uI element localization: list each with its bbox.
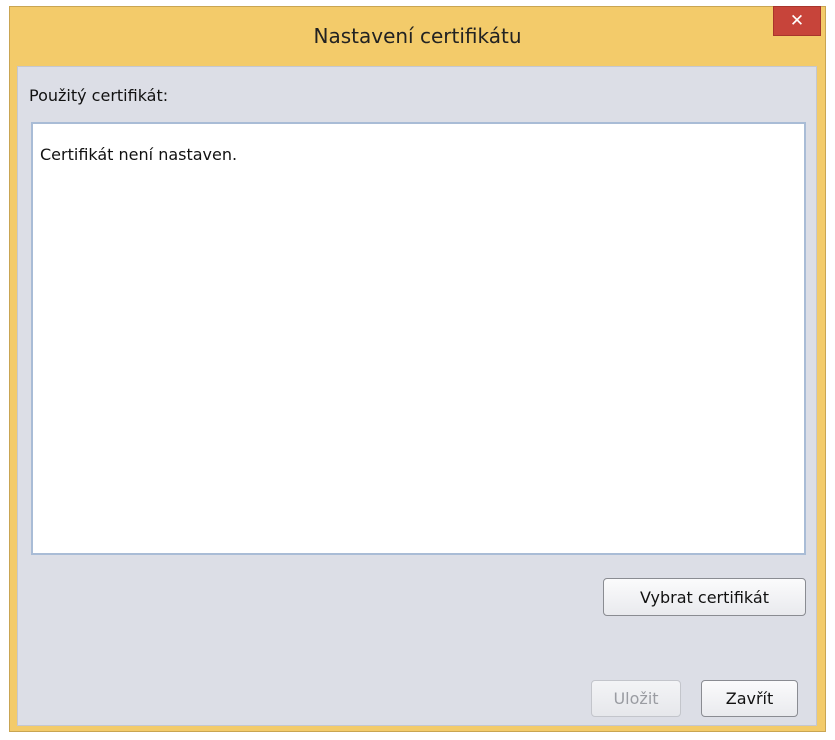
- certificate-info-area[interactable]: Certifikát není nastaven.: [31, 122, 806, 555]
- close-icon: ✕: [789, 11, 805, 31]
- window-title: Nastavení certifikátu: [313, 24, 522, 48]
- save-button[interactable]: Uložit: [591, 680, 681, 717]
- title-bar[interactable]: Nastavení certifikátu ✕: [10, 6, 825, 66]
- close-window-button[interactable]: ✕: [773, 6, 821, 36]
- close-button[interactable]: Zavřít: [701, 680, 798, 717]
- dialog-window: Nastavení certifikátu ✕ Použitý certifik…: [9, 6, 826, 732]
- certificate-status-text: Certifikát není nastaven.: [40, 145, 238, 164]
- dialog-body: Použitý certifikát: Certifikát není nast…: [17, 66, 817, 726]
- select-certificate-button[interactable]: Vybrat certifikát: [603, 578, 806, 616]
- used-certificate-label: Použitý certifikát:: [29, 86, 169, 105]
